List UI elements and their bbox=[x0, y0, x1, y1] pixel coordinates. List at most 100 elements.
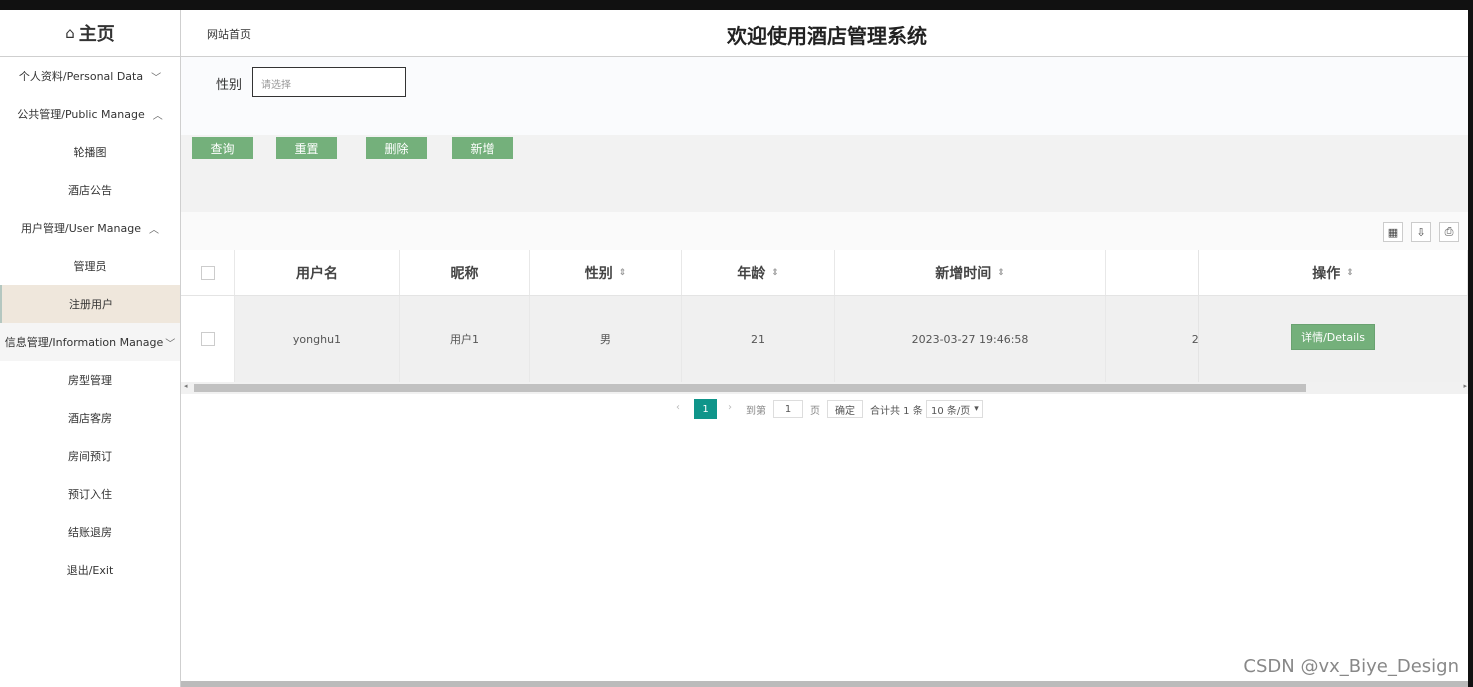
search-panel: 性别 请选择 bbox=[181, 57, 1468, 135]
watermark: CSDN @vx_Biye_Design bbox=[1243, 656, 1459, 677]
sort-icon[interactable]: ⇕ bbox=[1346, 268, 1354, 278]
header-label: 年龄 bbox=[737, 265, 766, 282]
chevron-down-icon: ﹀ bbox=[151, 72, 162, 84]
row-checkbox-cell bbox=[181, 296, 235, 382]
sort-icon[interactable]: ⇕ bbox=[619, 268, 627, 278]
menu-item-hotel-rooms[interactable]: 酒店客房 bbox=[0, 399, 180, 437]
brand-label: 主页 bbox=[78, 24, 115, 45]
window-top-bar bbox=[0, 0, 1473, 10]
window-right-bar bbox=[1468, 10, 1473, 687]
menu-label: 用户管理/User Manage bbox=[21, 222, 141, 235]
page-unit: 页 bbox=[810, 406, 820, 417]
menu-item-label: 预订入住 bbox=[68, 488, 112, 501]
menu-user-manage[interactable]: 用户管理/User Manage ︿ bbox=[0, 209, 180, 247]
sidebar: ⌂ 主页 个人资料/Personal Data ﹀ 公共管理/Public Ma… bbox=[0, 10, 181, 687]
cell-text: 用户1 bbox=[450, 333, 479, 346]
goto-confirm-button[interactable]: 确定 bbox=[827, 400, 863, 418]
page-horizontal-scrollbar[interactable] bbox=[181, 681, 1468, 687]
next-page-icon[interactable]: › bbox=[728, 402, 732, 413]
menu-item-carousel[interactable]: 轮播图 bbox=[0, 133, 180, 171]
menu-label: 个人资料/Personal Data bbox=[18, 70, 144, 83]
header-actions[interactable]: 操作 ⇕ bbox=[1198, 250, 1468, 295]
sort-icon[interactable]: ⇕ bbox=[771, 268, 779, 278]
table-horizontal-scrollbar[interactable]: ◂ ▸ bbox=[181, 382, 1468, 394]
menu-label: 信息管理/Information Manage bbox=[4, 336, 164, 349]
select-all-checkbox[interactable] bbox=[200, 265, 215, 280]
menu-item-check-in[interactable]: 预订入住 bbox=[0, 475, 180, 513]
details-button[interactable]: 详情/Details bbox=[1291, 324, 1375, 350]
breadcrumb[interactable]: 网站首页 bbox=[207, 26, 251, 42]
menu-item-room-type[interactable]: 房型管理 bbox=[0, 361, 180, 399]
row-checkbox[interactable] bbox=[200, 332, 215, 346]
menu-label: 公共管理/Public Manage bbox=[17, 108, 145, 121]
cell-text: 21 bbox=[751, 332, 765, 346]
gender-select[interactable]: 请选择 bbox=[252, 67, 406, 97]
delete-button[interactable]: 删除 bbox=[366, 137, 427, 159]
goto-label: 到第 bbox=[746, 406, 766, 417]
menu-item-label: 酒店客房 bbox=[68, 412, 112, 425]
header-label: 新增时间 bbox=[935, 265, 992, 282]
cell-text: 男 bbox=[600, 333, 611, 346]
header-gender[interactable]: 性别 ⇕ bbox=[530, 250, 682, 295]
header-label: 操作 bbox=[1312, 265, 1341, 282]
table-row: yonghu1 用户1 男 21 2023-03-27 19:46:58 2( … bbox=[181, 296, 1468, 382]
cell-clipped: 2( bbox=[1106, 296, 1206, 382]
cell-actions: 详情/Details bbox=[1198, 296, 1468, 382]
home-link[interactable]: ⌂ 主页 bbox=[0, 10, 180, 57]
cell-text: 2023-03-27 19:46:58 bbox=[911, 332, 1029, 346]
header-created-time[interactable]: 新增时间 ⇕ bbox=[835, 250, 1106, 295]
page-size-value: 10 条/页 bbox=[931, 405, 971, 417]
header-label: 用户名 bbox=[296, 265, 338, 282]
menu-item-label: 酒店公告 bbox=[68, 184, 112, 197]
gender-label: 性别 bbox=[216, 78, 243, 93]
reset-button[interactable]: 重置 bbox=[276, 137, 337, 159]
page-number-active[interactable]: 1 bbox=[694, 399, 717, 419]
cell-created-time: 2023-03-27 19:46:58 bbox=[835, 296, 1106, 382]
menu-information-manage[interactable]: 信息管理/Information Manage ﹀ bbox=[0, 323, 180, 361]
header-username: 用户名 bbox=[235, 250, 400, 295]
cell-age: 21 bbox=[682, 296, 835, 382]
action-bar: 查询 重置 删除 新增 bbox=[181, 135, 1468, 212]
table-toolbar: ▦ ⇩ ⎙ bbox=[181, 212, 1468, 250]
scroll-left-icon[interactable]: ◂ bbox=[184, 382, 188, 390]
print-icon[interactable]: ⎙ bbox=[1439, 222, 1459, 242]
menu-item-room-booking[interactable]: 房间预订 bbox=[0, 437, 180, 475]
menu-item-label: 退出/Exit bbox=[66, 564, 114, 577]
menu-item-label: 管理员 bbox=[73, 260, 107, 273]
scrollbar-thumb[interactable] bbox=[194, 384, 1306, 392]
cell-text: yonghu1 bbox=[292, 332, 342, 346]
goto-page-input[interactable]: 1 bbox=[773, 400, 803, 418]
cell-username: yonghu1 bbox=[235, 296, 400, 382]
prev-page-icon[interactable]: ‹ bbox=[676, 402, 680, 413]
header-nickname: 昵称 bbox=[400, 250, 530, 295]
scroll-right-icon[interactable]: ▸ bbox=[1463, 382, 1467, 390]
menu-item-exit[interactable]: 退出/Exit bbox=[0, 551, 180, 589]
add-button[interactable]: 新增 bbox=[452, 137, 513, 159]
menu-item-label: 房型管理 bbox=[68, 374, 112, 387]
header-age[interactable]: 年龄 ⇕ bbox=[682, 250, 835, 295]
query-button[interactable]: 查询 bbox=[192, 137, 253, 159]
export-icon[interactable]: ⇩ bbox=[1411, 222, 1431, 242]
home-icon: ⌂ bbox=[65, 24, 75, 42]
menu-item-label: 轮播图 bbox=[73, 146, 107, 159]
menu-item-hotel-notice[interactable]: 酒店公告 bbox=[0, 171, 180, 209]
table-header: 用户名 昵称 性别 ⇕ 年龄 ⇕ 新增时间 ⇕ 操作 ⇕ bbox=[181, 250, 1468, 296]
menu-personal-data[interactable]: 个人资料/Personal Data ﹀ bbox=[0, 57, 180, 95]
menu-item-label: 房间预订 bbox=[68, 450, 112, 463]
menu-public-manage[interactable]: 公共管理/Public Manage ︿ bbox=[0, 95, 180, 133]
page-size-select[interactable]: 10 条/页 ▾ bbox=[926, 400, 983, 418]
columns-icon[interactable]: ▦ bbox=[1383, 222, 1403, 242]
data-table: 用户名 昵称 性别 ⇕ 年龄 ⇕ 新增时间 ⇕ 操作 ⇕ yonghu1 用户1… bbox=[181, 250, 1468, 382]
header-label: 性别 bbox=[584, 265, 613, 282]
menu-item-admin[interactable]: 管理员 bbox=[0, 247, 180, 285]
chevron-down-icon: ▾ bbox=[974, 404, 979, 414]
cell-gender: 男 bbox=[530, 296, 682, 382]
sort-icon[interactable]: ⇕ bbox=[997, 268, 1005, 278]
pagination: ‹ 1 › 到第 1 页 确定 合计共 1 条 10 条/页 ▾ bbox=[186, 399, 1464, 420]
header-hidden-column bbox=[1106, 250, 1206, 295]
header-checkbox-cell bbox=[181, 250, 235, 295]
menu-item-registered-users[interactable]: 注册用户 bbox=[0, 285, 180, 323]
header-label: 昵称 bbox=[450, 265, 479, 282]
menu-item-label: 结账退房 bbox=[68, 526, 112, 539]
menu-item-check-out[interactable]: 结账退房 bbox=[0, 513, 180, 551]
